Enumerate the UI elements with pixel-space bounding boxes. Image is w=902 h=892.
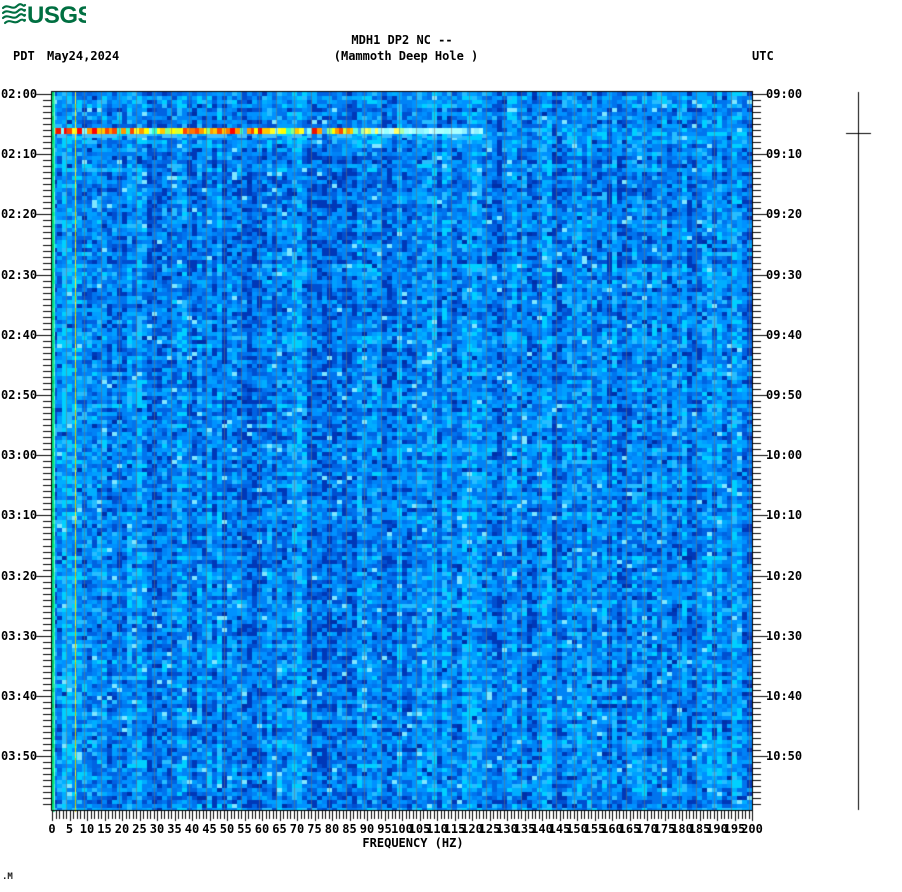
right-time-tick-label: 10:30 bbox=[766, 628, 803, 643]
left-time-tick-label: 03:00 bbox=[1, 448, 38, 463]
left-time-tick-label: 02:40 bbox=[1, 327, 38, 342]
right-time-tick-label: 10:50 bbox=[766, 749, 803, 764]
station-subtitle: (Mammoth Deep Hole ) bbox=[333, 49, 479, 63]
footer-mark: .M bbox=[2, 872, 13, 882]
left-time-tick-label: 02:10 bbox=[1, 147, 38, 162]
right-time-tick-label: 10:10 bbox=[766, 508, 803, 523]
left-time-tick-label: 03:30 bbox=[1, 628, 38, 643]
left-time-tick-label: 02:30 bbox=[1, 267, 38, 282]
left-time-tick-label: 03:10 bbox=[1, 508, 38, 523]
timezone-left-label: PDT bbox=[13, 49, 35, 63]
right-time-tick-label: 10:00 bbox=[766, 448, 803, 463]
left-time-tick-label: 03:50 bbox=[1, 749, 38, 764]
date-label: May24,2024 bbox=[47, 49, 120, 63]
left-time-tick-label: 02:50 bbox=[1, 388, 38, 402]
timezone-right-label: UTC bbox=[752, 49, 774, 63]
left-time-tick-label: 03:20 bbox=[1, 568, 38, 583]
station-title: MDH1 DP2 NC -- bbox=[351, 33, 453, 47]
right-time-tick-label: 09:20 bbox=[766, 207, 803, 222]
left-time-tick-label: 02:20 bbox=[1, 207, 38, 222]
usgs-logo: USGS bbox=[2, 2, 86, 26]
usgs-wave-icon bbox=[2, 3, 27, 25]
right-time-tick-label: 09:10 bbox=[766, 147, 803, 162]
right-time-tick-label: 09:00 bbox=[766, 87, 803, 101]
right-time-tick-label: 09:30 bbox=[766, 267, 803, 282]
frequency-tick-label: 200 bbox=[741, 822, 763, 836]
right-time-tick-label: 10:40 bbox=[766, 689, 803, 703]
right-time-tick-label: 09:40 bbox=[766, 327, 803, 342]
right-time-tick-label: 09:50 bbox=[766, 388, 803, 402]
right-time-tick-label: 10:20 bbox=[766, 568, 803, 583]
left-time-tick-label: 03:40 bbox=[1, 689, 38, 703]
x-axis-title: FREQUENCY (HZ) bbox=[362, 836, 464, 850]
usgs-logo-text: USGS bbox=[27, 2, 86, 26]
left-time-tick-label: 02:00 bbox=[1, 87, 38, 101]
